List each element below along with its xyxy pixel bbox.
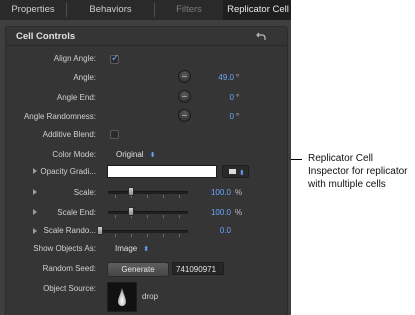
generate-button[interactable]: Generate <box>107 262 169 277</box>
scale-slider-track[interactable] <box>108 191 188 194</box>
scale-randomness-value[interactable]: 0.0 <box>205 226 231 235</box>
object-source-name: drop <box>142 292 159 301</box>
random-seed-label: Random Seed: <box>42 264 96 273</box>
show-objects-as-popup[interactable]: Image ⬍ <box>115 244 149 253</box>
inspector-tabs: Properties Behaviors Filters Replicator … <box>0 0 291 20</box>
slider-tick <box>115 215 116 218</box>
angle-row: Angle: <box>0 73 96 85</box>
scale-randomness-label: Scale Rando... <box>43 226 96 235</box>
slider-tick <box>179 215 180 218</box>
gradient-preset-menu[interactable]: ⬍ <box>222 165 249 178</box>
angle-value[interactable]: 49.0 <box>200 73 234 82</box>
scale-value[interactable]: 100.0 <box>195 188 231 197</box>
angle-end-row: Angle End: <box>0 93 96 105</box>
slider-tick <box>163 234 164 237</box>
angle-unit: ° <box>236 73 240 82</box>
gradient-preset-icon: ⬍ <box>229 169 245 177</box>
align-angle-row: Align Angle: <box>0 54 96 66</box>
scale-row: Scale: <box>0 188 96 200</box>
align-angle-checkbox[interactable]: ✓ <box>110 53 120 64</box>
callout-line-3: with multiple cells <box>308 179 386 190</box>
slider-tick <box>163 215 164 218</box>
scale-end-row: Scale End: <box>0 208 96 220</box>
slider-tick <box>147 195 148 198</box>
slider-tick <box>147 215 148 218</box>
random-seed-field[interactable]: 741090971 <box>172 262 224 275</box>
callout-leader-line <box>291 159 302 160</box>
show-objects-as-value: Image <box>115 244 138 253</box>
show-objects-as-label: Show Objects As: <box>33 244 96 253</box>
scale-randomness-slider-thumb[interactable] <box>97 226 103 235</box>
angle-end-unit: ° <box>236 93 240 102</box>
tab-properties[interactable]: Properties <box>0 0 66 20</box>
scale-end-label: Scale End: <box>57 208 96 217</box>
updown-arrows-icon: ⬍ <box>143 246 150 253</box>
scale-label: Scale: <box>73 188 96 197</box>
slider-tick <box>179 195 180 198</box>
angle-end-value[interactable]: 0 <box>200 93 234 102</box>
additive-blend-label: Additive Blend: <box>42 130 96 139</box>
slider-tick <box>147 234 148 237</box>
inspector-panel: Properties Behaviors Filters Replicator … <box>0 0 291 315</box>
drop-shape-icon <box>108 283 136 311</box>
opacity-gradient-label: Opacity Gradi... <box>40 167 96 176</box>
angle-randomness-dial[interactable] <box>178 109 191 122</box>
opacity-gradient-row: Opacity Gradi... <box>0 167 96 179</box>
slider-tick <box>115 234 116 237</box>
scale-end-unit: % <box>235 208 243 217</box>
callout-line-2: Inspector for replicator <box>308 166 408 177</box>
slider-tick <box>179 234 180 237</box>
opacity-gradient-well[interactable] <box>107 165 217 178</box>
scale-end-value[interactable]: 100.0 <box>195 208 231 217</box>
color-mode-popup[interactable]: Original ⬍ <box>116 150 155 159</box>
tab-replicator-cell[interactable]: Replicator Cell <box>223 0 291 20</box>
color-mode-label: Color Mode: <box>52 150 96 159</box>
scale-end-slider-track[interactable] <box>108 211 188 214</box>
show-objects-as-row: Show Objects As: <box>0 244 96 256</box>
checkmark-icon: ✓ <box>111 53 120 64</box>
additive-blend-row: Additive Blend: <box>0 130 96 142</box>
random-seed-row: Random Seed: <box>0 264 96 276</box>
color-mode-value: Original <box>116 150 144 159</box>
angle-end-label: Angle End: <box>56 93 96 102</box>
section-title: Cell Controls <box>16 31 76 42</box>
angle-randomness-label: Angle Randomness: <box>23 112 96 121</box>
tab-behaviors[interactable]: Behaviors <box>67 0 154 20</box>
updown-arrows-icon: ⬍ <box>149 152 156 159</box>
slider-tick <box>131 234 132 237</box>
align-angle-label: Align Angle: <box>53 54 96 63</box>
scale-randomness-slider-track[interactable] <box>98 230 188 233</box>
scale-slider-thumb[interactable] <box>128 187 134 196</box>
scale-end-slider-thumb[interactable] <box>128 207 134 216</box>
callout-text: Replicator Cell Inspector for replicator… <box>308 152 413 191</box>
angle-label: Angle: <box>73 73 96 82</box>
tab-filters[interactable]: Filters <box>155 0 223 20</box>
callout-line-1: Replicator Cell <box>308 153 374 164</box>
object-source-label: Object Source: <box>43 284 96 293</box>
reset-icon[interactable] <box>256 31 266 41</box>
object-source-well[interactable] <box>107 282 137 312</box>
angle-dial[interactable] <box>178 70 191 83</box>
svg-text:⬍: ⬍ <box>239 169 245 177</box>
slider-tick <box>163 195 164 198</box>
angle-randomness-unit: ° <box>236 112 240 121</box>
angle-randomness-row: Angle Randomness: <box>0 112 96 124</box>
color-mode-row: Color Mode: <box>0 150 96 162</box>
angle-end-dial[interactable] <box>178 90 191 103</box>
object-source-row: Object Source: <box>0 284 96 296</box>
scale-unit: % <box>235 188 243 197</box>
additive-blend-checkbox[interactable] <box>110 130 119 139</box>
angle-randomness-value[interactable]: 0 <box>200 112 234 121</box>
slider-tick <box>115 195 116 198</box>
scale-randomness-row: Scale Rando... <box>0 226 96 238</box>
section-header: Cell Controls <box>6 27 287 46</box>
